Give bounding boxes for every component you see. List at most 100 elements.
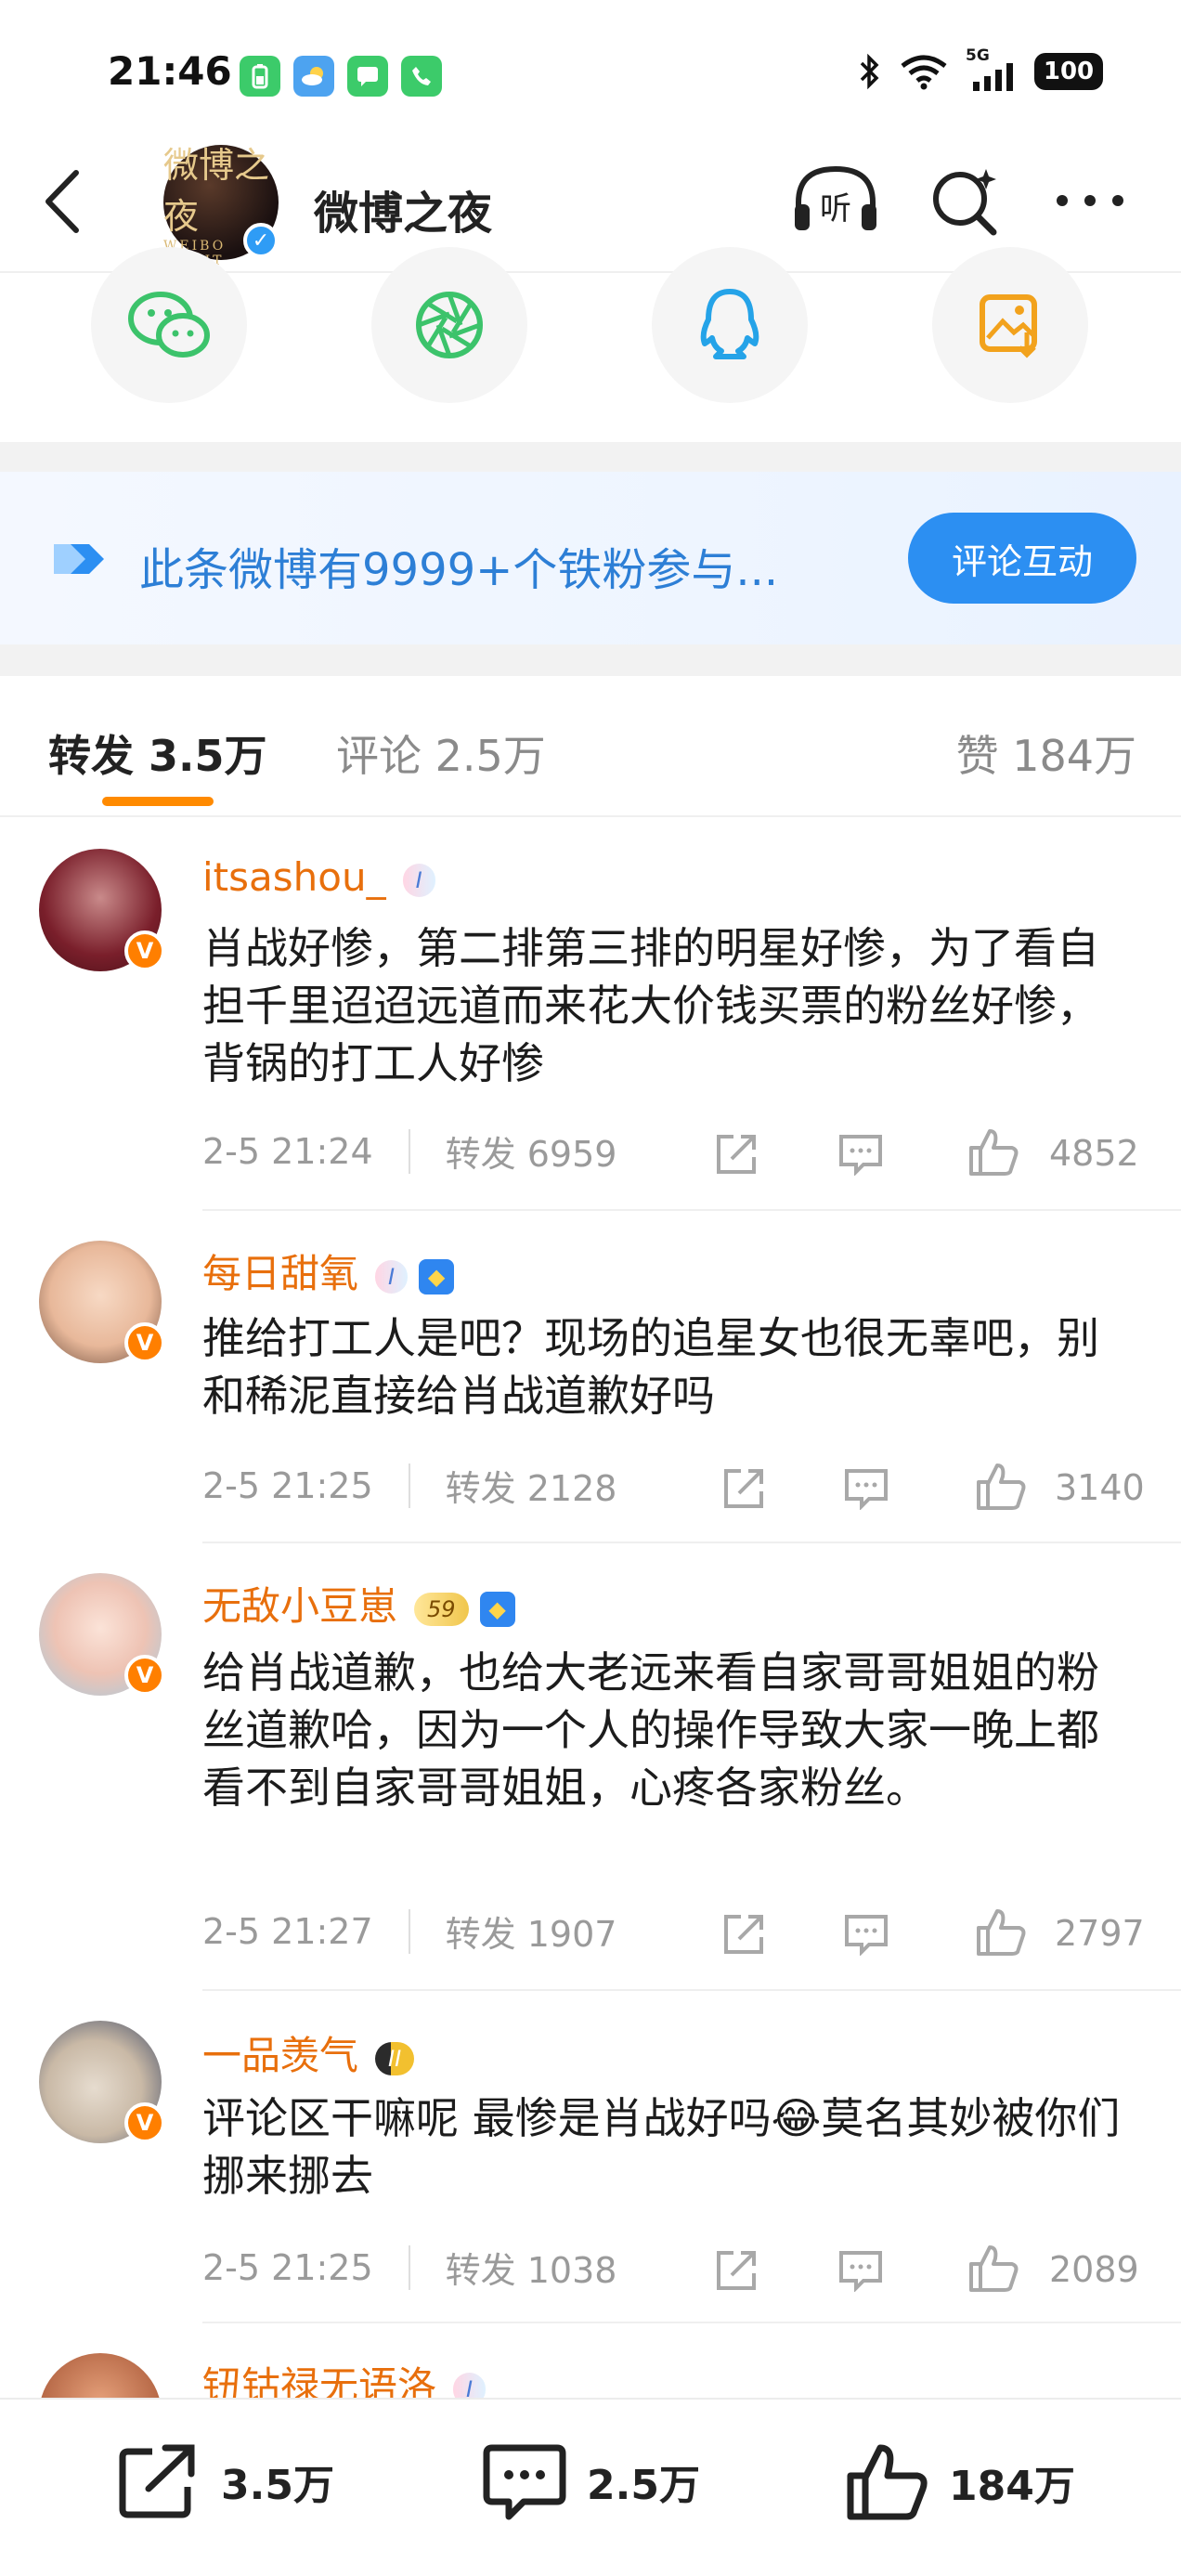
headphones-listen-icon: 听 bbox=[795, 165, 876, 230]
active-tab-indicator bbox=[102, 797, 214, 806]
weather-app-icon bbox=[293, 56, 334, 97]
repost-icon[interactable] bbox=[720, 1911, 767, 1958]
back-button[interactable] bbox=[41, 169, 84, 238]
comment-interact-button[interactable]: 评论互动 bbox=[908, 513, 1136, 604]
share-wechat-button[interactable] bbox=[91, 247, 247, 403]
verified-user-icon: V bbox=[124, 2102, 165, 2143]
cellular-signal-icon: 5G bbox=[966, 46, 1018, 91]
repost-icon[interactable] bbox=[720, 1465, 767, 1512]
comment-divider bbox=[202, 2322, 1181, 2323]
comment-icon[interactable] bbox=[837, 2249, 884, 2292]
save-image-button[interactable] bbox=[932, 247, 1088, 403]
more-options-button[interactable] bbox=[1051, 182, 1129, 223]
commenter-avatar[interactable]: V bbox=[39, 1573, 165, 1696]
commenter-name-row: 每日甜氧 I ◆ bbox=[202, 1242, 455, 1299]
comment-time: 2-5 21:25 bbox=[202, 2246, 373, 2288]
share-qq-button[interactable] bbox=[652, 247, 808, 403]
bottom-comment-button[interactable]: 2.5万 bbox=[483, 2442, 700, 2520]
phone-app-icon bbox=[401, 56, 442, 97]
comment-text: 给肖战道歉，也给大老远来看自家哥哥姐姐的粉丝道歉哈，因为一个人的操作导致大家一晚… bbox=[202, 1647, 1099, 1813]
like-count: 4852 bbox=[1049, 1133, 1139, 1174]
comment-icon[interactable] bbox=[837, 1133, 884, 1176]
repost-count[interactable]: 转发 6959 bbox=[446, 1125, 617, 1177]
verified-user-icon: V bbox=[124, 1655, 165, 1696]
repost-count[interactable]: 转发 1038 bbox=[446, 2242, 617, 2293]
repost-count[interactable]: 转发 2128 bbox=[446, 1460, 617, 1511]
comment-time: 2-5 21:27 bbox=[202, 1910, 373, 1952]
wifi-icon bbox=[901, 55, 947, 90]
commenter-avatar[interactable]: V bbox=[39, 849, 165, 971]
verified-badge-icon: ✓ bbox=[243, 223, 279, 258]
comment-icon[interactable] bbox=[843, 1467, 889, 1510]
chevron-left-icon bbox=[45, 170, 79, 233]
bluetooth-icon bbox=[860, 53, 879, 90]
commenter-name[interactable]: 一品羡气 bbox=[202, 2033, 358, 2078]
wechat-icon bbox=[128, 292, 210, 358]
fan-level-badge: I bbox=[402, 863, 435, 897]
bottom-repost-button[interactable]: 3.5万 bbox=[117, 2442, 334, 2520]
fan-banner-text: 此条微博有9999+个铁粉参与... bbox=[139, 544, 779, 596]
more-horizontal-icon bbox=[1057, 195, 1123, 206]
section-gap bbox=[0, 644, 1181, 676]
comment-time: 2-5 21:24 bbox=[202, 1130, 373, 1172]
battery-indicator: 100 bbox=[1034, 53, 1103, 90]
svg-text:听: 听 bbox=[820, 190, 851, 228]
bottom-like-count: 184万 bbox=[949, 2463, 1075, 2510]
repost-count[interactable]: 转发 1907 bbox=[446, 1906, 617, 1957]
tab-comments[interactable]: 评论 2.5万 bbox=[336, 722, 546, 784]
repost-icon[interactable] bbox=[713, 2247, 759, 2294]
battery-saver-app-icon bbox=[240, 56, 280, 97]
fan-banner-icon bbox=[50, 539, 110, 583]
like-count: 2797 bbox=[1055, 1913, 1145, 1954]
tab-reposts[interactable]: 转发 3.5万 bbox=[48, 722, 267, 784]
comment-icon[interactable] bbox=[843, 1913, 889, 1956]
commenter-name[interactable]: 每日甜氧 bbox=[202, 1251, 358, 1296]
section-gap bbox=[0, 442, 1181, 472]
comment-meta: 2-5 21:24 转发 6959 bbox=[202, 1125, 616, 1177]
comment-meta: 2-5 21:27 转发 1907 bbox=[202, 1906, 616, 1957]
repost-icon bbox=[119, 2444, 195, 2518]
account-avatar[interactable]: 微博之夜 WEIBO NIGHT ✓ bbox=[163, 145, 279, 268]
comment-icon bbox=[483, 2444, 566, 2520]
comment-divider bbox=[202, 1542, 1181, 1543]
moments-aperture-icon bbox=[416, 292, 483, 358]
status-app-icons bbox=[240, 56, 442, 97]
listen-button[interactable]: 听 bbox=[791, 162, 880, 240]
commenter-name-row: 一品羡气 II bbox=[202, 2024, 415, 2081]
thumbs-up-icon[interactable] bbox=[975, 1462, 1027, 1512]
fan-level-badge: 59 bbox=[414, 1592, 469, 1626]
commenter-avatar[interactable]: V bbox=[39, 2021, 165, 2143]
thumbs-up-icon[interactable] bbox=[967, 2244, 1019, 2294]
thumbs-up-icon bbox=[847, 2444, 928, 2520]
like-count: 2089 bbox=[1049, 2249, 1139, 2290]
comment-divider bbox=[202, 1209, 1181, 1211]
repost-icon[interactable] bbox=[713, 1131, 759, 1177]
fan-level-badge: I bbox=[375, 1259, 409, 1294]
share-moments-button[interactable] bbox=[371, 247, 527, 403]
fan-level-badge: II bbox=[375, 2041, 415, 2075]
comment-meta: 2-5 21:25 转发 2128 bbox=[202, 1460, 616, 1511]
comment-divider bbox=[202, 1989, 1181, 1991]
member-shield-icon: ◆ bbox=[419, 1258, 455, 1295]
search-button[interactable] bbox=[928, 163, 1003, 241]
commenter-name[interactable]: itsashou_ bbox=[202, 854, 386, 900]
member-shield-icon: ◆ bbox=[479, 1591, 515, 1627]
bottom-like-button[interactable]: 184万 bbox=[845, 2442, 1075, 2522]
search-sparkle-icon bbox=[933, 169, 997, 236]
thumbs-up-icon[interactable] bbox=[975, 1907, 1027, 1958]
image-download-icon bbox=[980, 294, 1037, 358]
comment-time: 2-5 21:25 bbox=[202, 1464, 373, 1506]
verified-user-icon: V bbox=[124, 930, 165, 971]
commenter-avatar[interactable]: V bbox=[39, 1241, 165, 1363]
page-title[interactable]: 微博之夜 bbox=[314, 176, 492, 241]
bottom-repost-count: 3.5万 bbox=[221, 2462, 334, 2509]
tab-divider bbox=[0, 815, 1181, 817]
commenter-name[interactable]: 无敌小豆崽 bbox=[202, 1583, 397, 1629]
commenter-name-row: itsashou_ I bbox=[202, 854, 435, 900]
status-time: 21:46 bbox=[108, 48, 232, 94]
comment-text: 推给打工人是吧？现场的追星女也很无辜吧，别和稀泥直接给肖战道歉好吗 bbox=[202, 1313, 1099, 1421]
thumbs-up-icon[interactable] bbox=[967, 1127, 1019, 1177]
verified-user-icon: V bbox=[124, 1322, 165, 1363]
like-count: 3140 bbox=[1055, 1467, 1145, 1508]
tab-likes[interactable]: 赞 184万 bbox=[956, 722, 1136, 784]
